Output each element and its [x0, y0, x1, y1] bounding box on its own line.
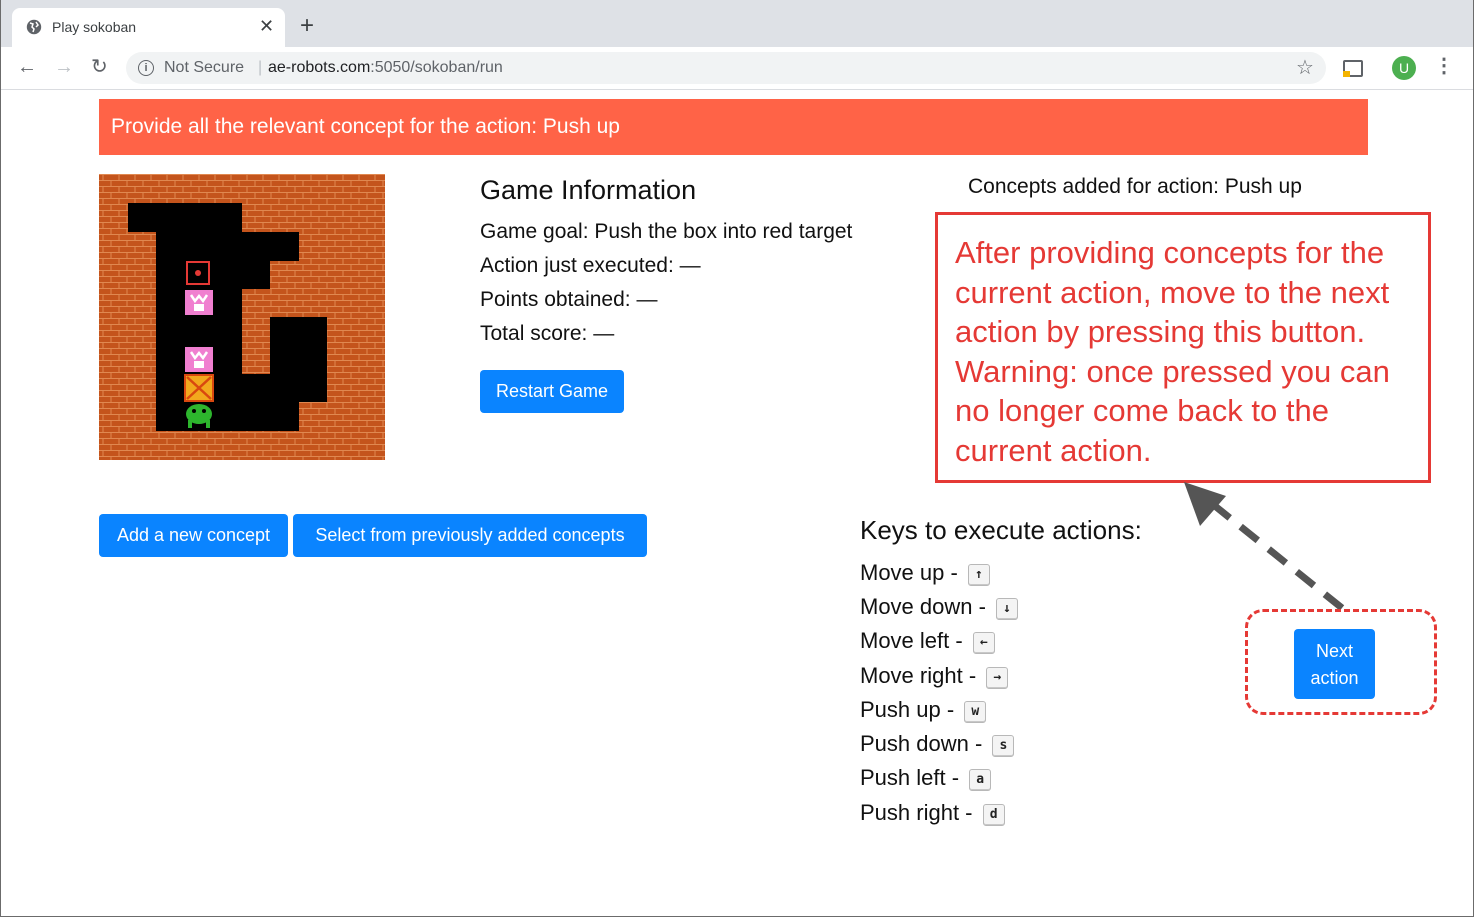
window-frame: [0, 0, 1474, 917]
